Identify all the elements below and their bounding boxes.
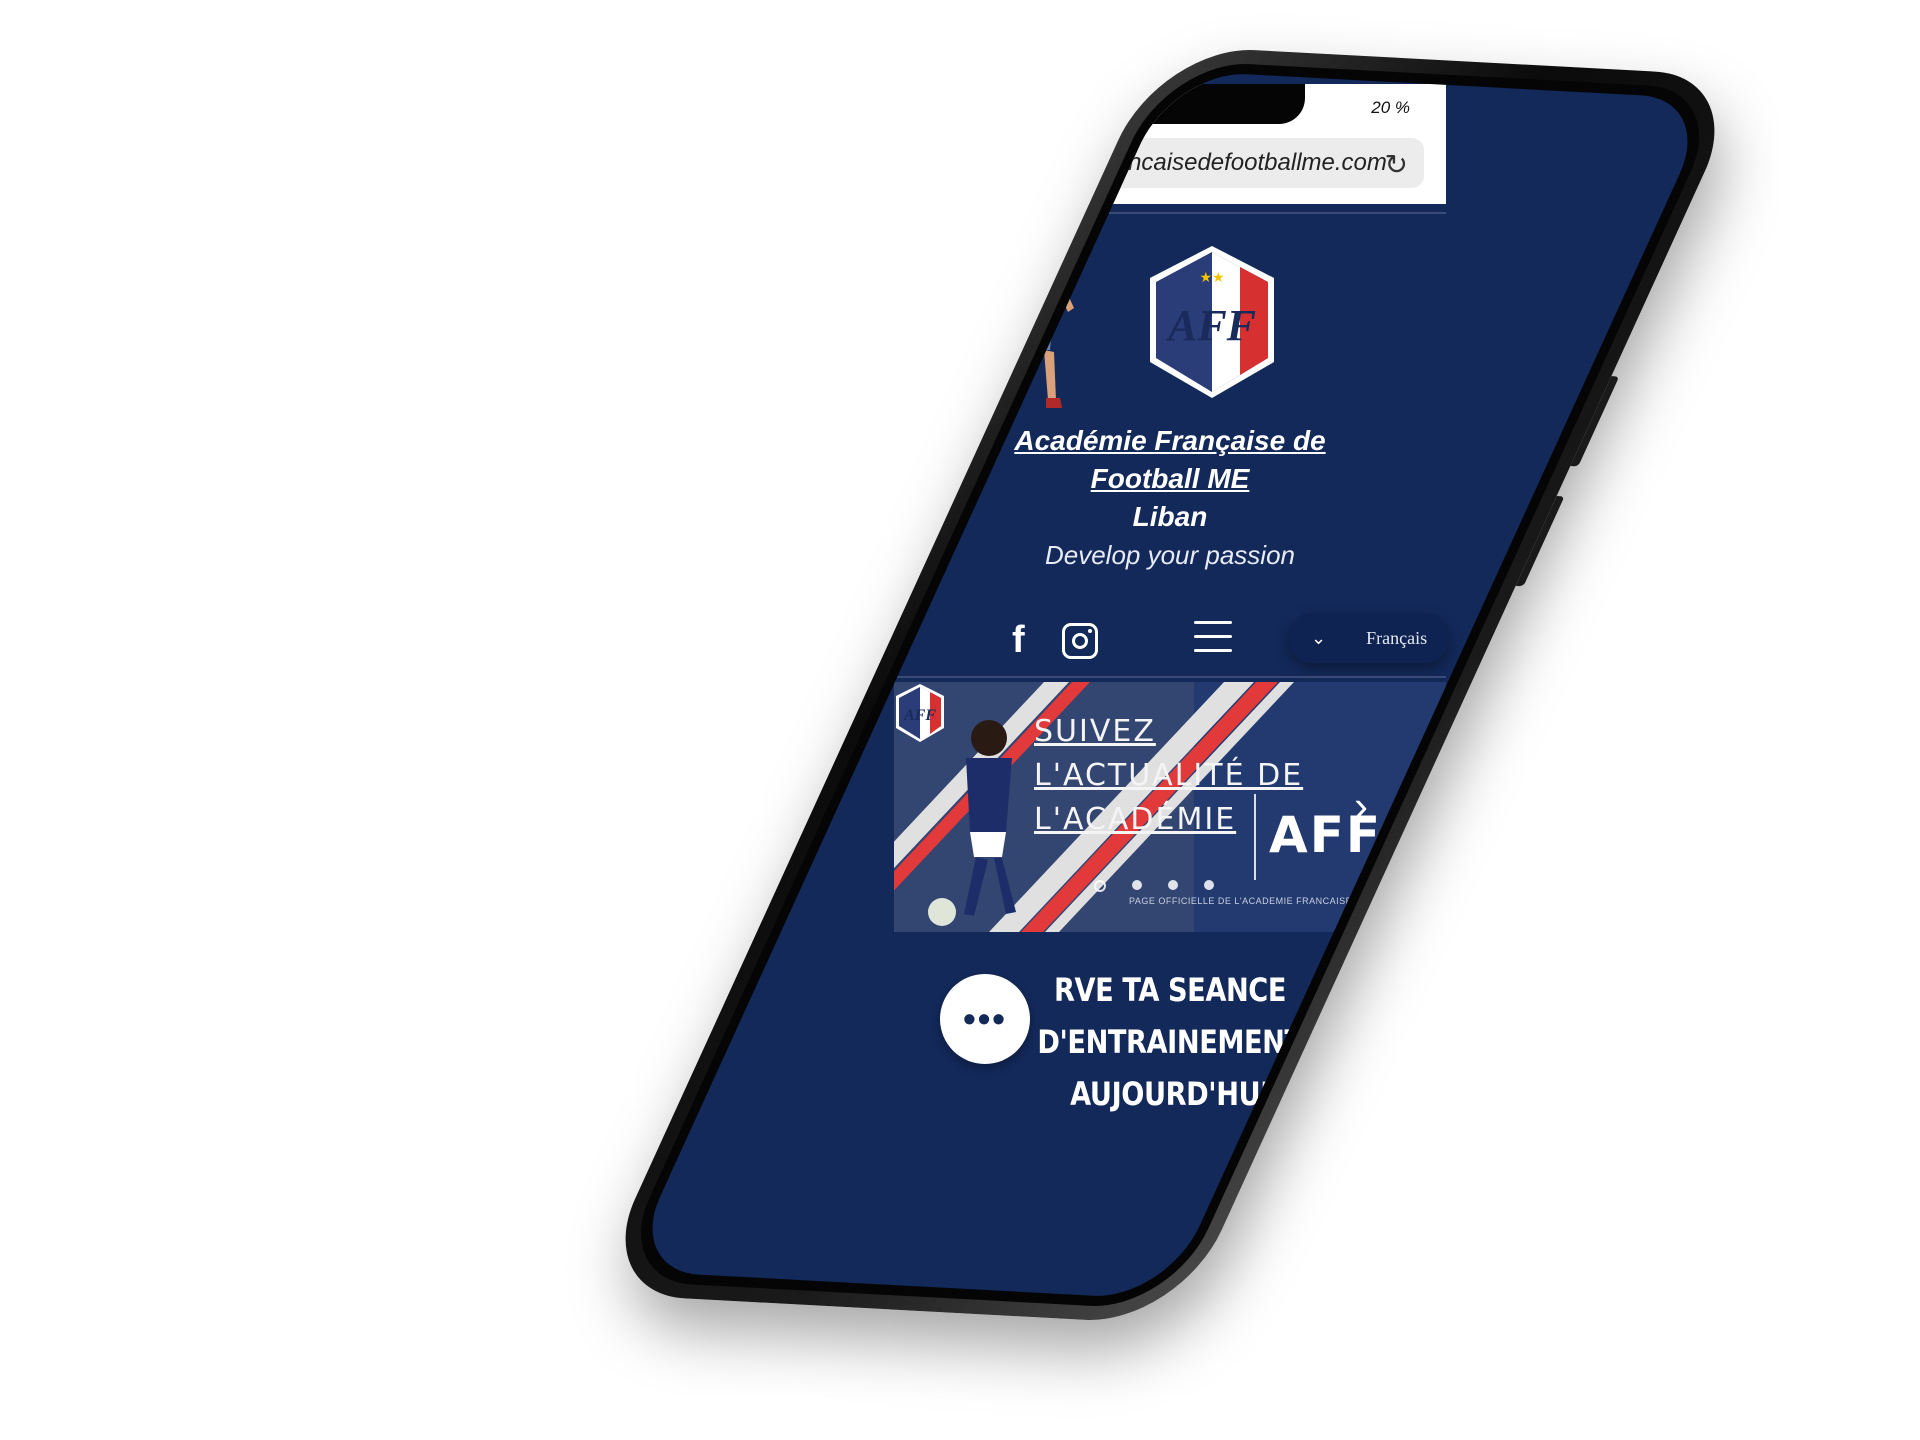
- logo-divider: [1254, 794, 1256, 880]
- next-slide-icon[interactable]: ›: [1354, 782, 1368, 830]
- browser-address-bar: academiefrancaisedefootballme.com ↻: [894, 128, 1446, 205]
- slide-dot[interactable]: [1168, 880, 1178, 890]
- divider: [894, 676, 1446, 678]
- device-mockup: Free 20 % academiefrancaisedefootballme.…: [0, 0, 1920, 1440]
- site-header: AFF ★★ Académie Française de Football ME…: [894, 204, 1449, 682]
- tagline: Develop your passion: [1044, 540, 1296, 570]
- title-line-3: Liban: [1132, 501, 1208, 532]
- slide-dot[interactable]: [1094, 880, 1106, 892]
- more-options-icon: •••: [963, 998, 1007, 1039]
- site-title[interactable]: Académie Française de Football ME Liban: [894, 422, 1446, 536]
- facebook-icon[interactable]: f: [1012, 619, 1025, 662]
- phone-frame: Free 20 % academiefrancaisedefootballme.…: [591, 45, 1749, 1325]
- screen-content: Free 20 % academiefrancaisedefootballme.…: [894, 84, 1449, 1286]
- carrier-label: Free: [924, 98, 959, 117]
- phone-screen: Free 20 % academiefrancaisedefootballme.…: [626, 70, 1714, 1300]
- banner-line-1: Suivez: [1034, 714, 1156, 749]
- language-selector[interactable]: ⌄ Français: [1289, 613, 1449, 663]
- slider-dots: [1094, 880, 1240, 892]
- title-line-2: Football ME: [1090, 463, 1250, 494]
- notch: [1035, 84, 1305, 124]
- slide-dot[interactable]: [1132, 880, 1142, 890]
- player-image: [994, 234, 1074, 408]
- battery-label: 20 %: [1371, 98, 1410, 117]
- url-text: academiefrancaisedefootballme.com: [996, 149, 1387, 176]
- banner-subtitle: Page officielle de l'academie francaise …: [1129, 896, 1440, 906]
- url-field[interactable]: academiefrancaisedefootballme.com ↻: [916, 138, 1424, 188]
- banner-crest-icon: AFF: [896, 684, 944, 742]
- phone-bezel: Free 20 % academiefrancaisedefootballme.…: [611, 59, 1729, 1311]
- svg-text:AFF: AFF: [1165, 301, 1256, 350]
- slide-dot[interactable]: [1204, 880, 1214, 890]
- header-toolbar: f ⌄ Français: [894, 613, 1449, 669]
- academy-crest: AFF ★★: [1150, 246, 1274, 398]
- title-line-1: Académie Française de: [1014, 425, 1326, 456]
- lock-icon: [974, 154, 988, 172]
- website: AFF ★★ Académie Française de Football ME…: [894, 203, 1449, 1286]
- reload-icon[interactable]: ↻: [1385, 148, 1408, 181]
- status-bar: Free 20 %: [894, 84, 1446, 128]
- banner-headline: Suivez l'actualité de l'académie: [1034, 710, 1303, 842]
- banner-crest-text: AFF: [903, 707, 936, 724]
- banner-line-2: l'actualité de: [1034, 758, 1304, 793]
- language-label: Français: [1366, 627, 1428, 648]
- cta-line-2: AUJOURD'HUI: [1070, 1075, 1270, 1113]
- divider: [894, 212, 1446, 214]
- chevron-down-icon: ⌄: [1311, 627, 1327, 648]
- svg-text:★★: ★★: [1199, 269, 1224, 285]
- news-banner-slider[interactable]: Suivez l'actualité de l'académie AFF: [894, 682, 1446, 932]
- chat-button[interactable]: •••: [940, 974, 1030, 1064]
- banner-line-3: l'académie: [1034, 802, 1237, 837]
- instagram-icon[interactable]: [1062, 622, 1098, 659]
- hamburger-menu-icon[interactable]: [1194, 621, 1232, 655]
